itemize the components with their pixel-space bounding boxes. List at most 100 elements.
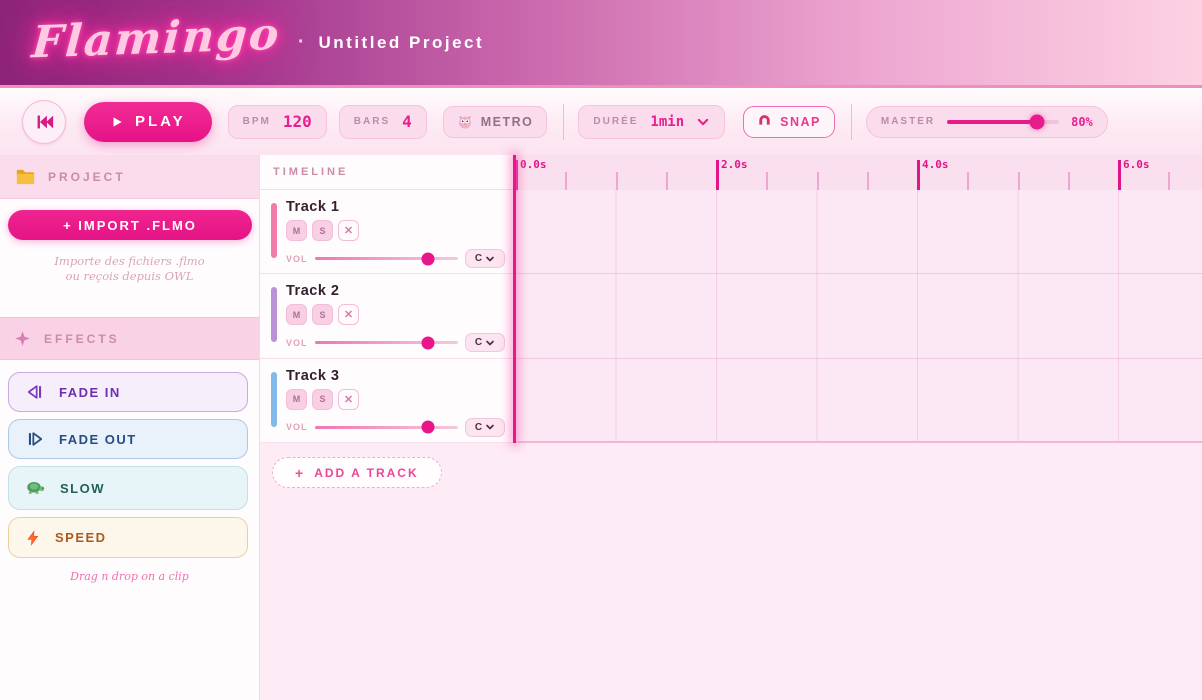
app-logo: Flamingo <box>24 8 293 76</box>
master-slider-fill <box>947 120 1037 124</box>
track-lanes[interactable] <box>515 190 1202 443</box>
x-icon[interactable]: ✕ <box>338 389 359 410</box>
effect-speed-button[interactable]: SPEED <box>8 517 248 558</box>
import-caption: Importe des fichiers .flmo ou reçois dep… <box>0 254 259 284</box>
tracks-panel: TIMELINE Track 1 M S ✕ VOL C <box>260 155 515 443</box>
lightning-icon <box>25 528 41 548</box>
master-slider[interactable] <box>947 120 1059 124</box>
bars-field[interactable]: BARS 4 <box>339 105 427 139</box>
effect-fade-out-button[interactable]: FADE OUT <box>8 419 248 459</box>
mute-button[interactable]: M <box>286 220 307 241</box>
track-name: Track 2 <box>286 283 505 299</box>
project-title: Untitled Project <box>319 33 485 53</box>
rewind-button[interactable] <box>22 100 66 144</box>
track-lane[interactable] <box>515 359 1202 443</box>
pitch-select[interactable]: C <box>465 333 505 352</box>
bpm-value[interactable]: 120 <box>283 112 312 131</box>
ruler-minor-tick <box>766 172 768 190</box>
bars-label: BARS <box>354 116 390 127</box>
ruler-label: 2.0s <box>721 158 748 171</box>
track-name: Track 3 <box>286 368 505 384</box>
add-track-button[interactable]: + ADD A TRACK <box>272 457 442 488</box>
playhead[interactable] <box>513 155 516 443</box>
ruler-minor-tick <box>565 172 567 190</box>
effect-slow-button[interactable]: SLOW <box>8 466 248 510</box>
chevron-down-icon <box>696 115 710 129</box>
play-button[interactable]: PLAY <box>84 102 212 142</box>
toolbar: PLAY BPM 120 BARS 4 METRO DURÉE 1min <box>0 88 1202 155</box>
chevron-down-icon <box>485 338 495 348</box>
ruler-major-tick <box>716 160 719 190</box>
ruler-minor-tick <box>867 172 869 190</box>
volume-slider[interactable] <box>315 257 458 260</box>
timeline-panel-header: TIMELINE <box>260 155 515 190</box>
timeline-header-label: TIMELINE <box>273 166 348 178</box>
track-color-bar <box>271 203 277 258</box>
bpm-field[interactable]: BPM 120 <box>228 105 327 139</box>
title-separator: · <box>298 31 305 54</box>
track-lane[interactable] <box>515 274 1202 358</box>
effect-label: SLOW <box>60 481 105 496</box>
plus-icon: + <box>295 465 305 481</box>
effects-list: FADE IN FADE OUT <box>0 360 259 558</box>
volume-thumb[interactable] <box>421 336 434 349</box>
mute-button[interactable]: M <box>286 389 307 410</box>
track-row: Track 1 M S ✕ VOL C <box>260 190 515 274</box>
ruler-minor-tick <box>666 172 668 190</box>
bars-value[interactable]: 4 <box>402 112 412 131</box>
track-row: Track 3 M S ✕ VOL C <box>260 359 515 443</box>
solo-button[interactable]: S <box>312 220 333 241</box>
duree-select[interactable]: DURÉE 1min <box>578 105 725 139</box>
master-slider-thumb[interactable] <box>1029 114 1044 129</box>
volume-slider[interactable] <box>315 426 458 429</box>
ruler-minor-tick <box>1068 172 1070 190</box>
ruler-label: 6.0s <box>1123 158 1150 171</box>
track-color-bar <box>271 372 277 427</box>
volume-label: VOL <box>286 338 308 348</box>
solo-button[interactable]: S <box>312 389 333 410</box>
duree-label: DURÉE <box>593 116 638 127</box>
timeline-section: TIMELINE Track 1 M S ✕ VOL C <box>260 155 1202 700</box>
volume-thumb[interactable] <box>421 421 434 434</box>
sidebar: PROJECT + IMPORT .FLMO Importe des fichi… <box>0 155 260 700</box>
timeline-ruler[interactable]: 0.0s2.0s4.0s6.0s <box>515 155 1202 190</box>
metro-button[interactable]: METRO <box>443 106 548 138</box>
turtle-icon <box>25 480 46 496</box>
app-header: Flamingo · Untitled Project <box>0 0 1202 88</box>
snap-button-label: SNAP <box>780 115 821 129</box>
solo-button[interactable]: S <box>312 304 333 325</box>
toolbar-divider <box>563 104 564 140</box>
rewind-icon <box>33 111 55 133</box>
owl-icon <box>457 114 473 130</box>
volume-label: VOL <box>286 254 308 264</box>
ruler-label: 0.0s <box>520 158 547 171</box>
effect-label: FADE OUT <box>59 432 137 447</box>
snap-toggle-button[interactable]: SNAP <box>743 106 835 138</box>
track-name: Track 1 <box>286 199 505 215</box>
bpm-label: BPM <box>243 116 271 127</box>
lane-area: 0.0s2.0s4.0s6.0s <box>515 155 1202 443</box>
pitch-select[interactable]: C <box>465 418 505 437</box>
magnet-icon <box>757 114 772 129</box>
master-value: 80% <box>1071 115 1093 129</box>
toolbar-divider <box>851 104 852 140</box>
x-icon[interactable]: ✕ <box>338 220 359 241</box>
mute-button[interactable]: M <box>286 304 307 325</box>
import-flmo-button[interactable]: + IMPORT .FLMO <box>8 210 252 240</box>
pitch-value: C <box>475 422 482 433</box>
track-lane[interactable] <box>515 190 1202 274</box>
effect-fade-in-button[interactable]: FADE IN <box>8 372 248 412</box>
master-volume-group: MASTER 80% <box>866 106 1108 138</box>
sparkle-icon <box>14 330 31 347</box>
volume-slider[interactable] <box>315 341 458 344</box>
play-icon <box>110 115 124 129</box>
x-icon[interactable]: ✕ <box>338 304 359 325</box>
pitch-select[interactable]: C <box>465 249 505 268</box>
ruler-major-tick <box>917 160 920 190</box>
effect-label: FADE IN <box>59 385 121 400</box>
ruler-minor-tick <box>967 172 969 190</box>
effects-section-header: EFFECTS <box>0 317 259 360</box>
project-section-header: PROJECT <box>0 155 259 199</box>
volume-thumb[interactable] <box>421 252 434 265</box>
chevron-down-icon <box>485 422 495 432</box>
